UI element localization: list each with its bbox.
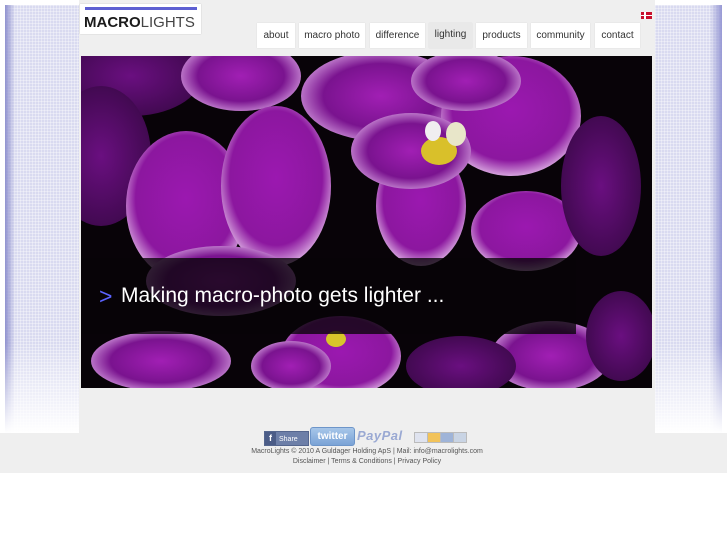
- danish-flag-icon[interactable]: [641, 12, 652, 19]
- macrolights-logo[interactable]: MACROLIGHTS: [80, 4, 201, 34]
- right-panel-fade: [655, 343, 722, 433]
- logo-light-text: LIGHTS: [140, 14, 195, 31]
- hero-orchid-image: > Making macro-photo gets lighter ...: [81, 56, 652, 388]
- footer-terms-link[interactable]: Terms & Conditions: [331, 458, 392, 465]
- hero-caption-text: Making macro-photo gets lighter ...: [121, 284, 445, 307]
- card-icon: [440, 432, 454, 443]
- orchid-illustration: [81, 56, 652, 388]
- footer-disclaimer-link[interactable]: Disclaimer: [293, 458, 326, 465]
- left-panel-fade: [5, 343, 79, 433]
- nav-item-difference[interactable]: difference: [370, 23, 425, 48]
- nav-item-contact[interactable]: contact: [595, 23, 640, 48]
- nav-item-macro-photo[interactable]: macro photo: [299, 23, 365, 48]
- facebook-icon: f: [265, 432, 276, 445]
- caption-arrow-icon: >: [99, 283, 113, 309]
- facebook-share-button[interactable]: f Share: [264, 431, 309, 446]
- facebook-share-label: Share: [279, 436, 298, 443]
- logo-accent-bar: [85, 7, 197, 10]
- footer-company: MacroLights © 2010 A Guldager Holding Ap…: [251, 448, 391, 455]
- footer-mail-link[interactable]: Mail: info@macrolights.com: [397, 448, 483, 455]
- nav-item-lighting[interactable]: lighting: [429, 23, 472, 48]
- card-icon: [427, 432, 441, 443]
- hero-caption-overlay: > Making macro-photo gets lighter ...: [81, 258, 576, 334]
- right-decorative-panel: [655, 5, 722, 433]
- card-icon: [414, 432, 428, 443]
- footer-links-line: Disclaimer | Terms & Conditions | Privac…: [79, 458, 655, 465]
- nav-item-products[interactable]: products: [476, 23, 527, 48]
- nav-item-community[interactable]: community: [531, 23, 590, 48]
- twitter-button[interactable]: twitter: [310, 427, 355, 446]
- card-icon: [453, 432, 467, 443]
- left-decorative-panel: [5, 5, 79, 433]
- logo-bold-text: MACRO: [84, 14, 141, 31]
- logo-wordmark: MACROLIGHTS: [84, 14, 195, 31]
- footer-company-line: MacroLights © 2010 A Guldager Holding Ap…: [79, 448, 655, 455]
- footer-privacy-link[interactable]: Privacy Policy: [398, 458, 442, 465]
- paypal-logo: PayPal: [357, 428, 403, 443]
- nav-item-about[interactable]: about: [257, 23, 295, 48]
